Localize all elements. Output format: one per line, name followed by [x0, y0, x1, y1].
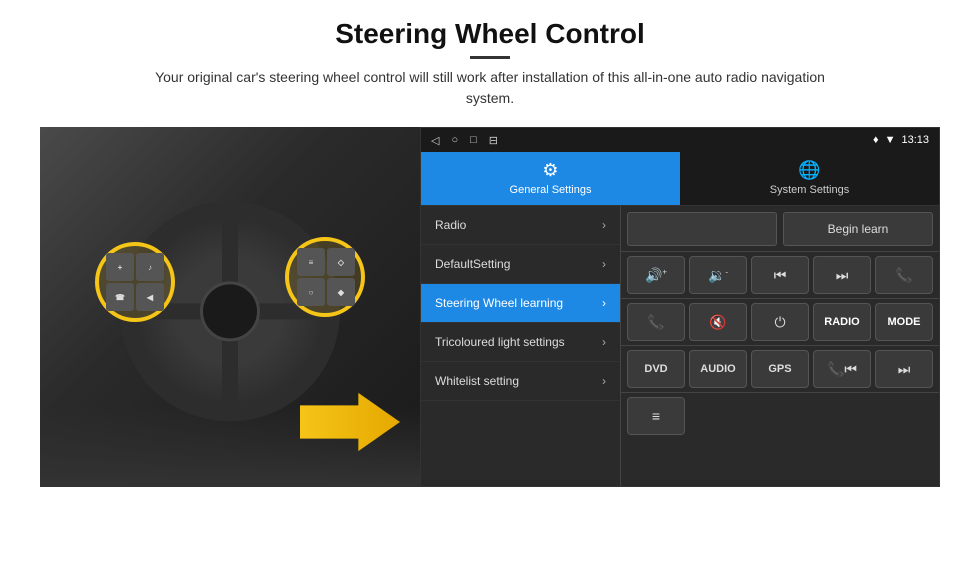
radio-mode-label: RADIO: [824, 316, 859, 328]
general-settings-icon: ⚙: [542, 160, 558, 181]
default-chevron: ›: [602, 257, 606, 271]
dvd-button[interactable]: DVD: [627, 350, 685, 388]
phone-button[interactable]: 📞: [875, 256, 933, 294]
home-icon[interactable]: ○: [451, 134, 458, 147]
menu-item-default-setting[interactable]: DefaultSetting ›: [421, 245, 620, 284]
btn-volume: +: [106, 253, 134, 281]
phone-prev-button[interactable]: 📞⏮: [813, 350, 871, 388]
page-title: Steering Wheel Control: [130, 18, 850, 50]
radio-label: Radio: [435, 218, 602, 232]
dvd-label: DVD: [644, 363, 667, 375]
time-display: 13:13: [901, 134, 929, 146]
location-icon: ♦: [873, 134, 879, 146]
arrow-container: [300, 392, 400, 457]
control-row-2: 📞 🔇 ⏻ RADIO MODE: [621, 299, 939, 346]
btn-menu: ≡: [297, 248, 325, 276]
right-buttons: ≡ ◇ ○ ◆: [289, 240, 363, 314]
menu-item-whitelist[interactable]: Whitelist setting ›: [421, 362, 620, 401]
default-label: DefaultSetting: [435, 257, 602, 271]
apps-icon[interactable]: ⊟: [489, 134, 498, 147]
menu-item-radio[interactable]: Radio ›: [421, 206, 620, 245]
title-section: Steering Wheel Control Your original car…: [130, 18, 850, 121]
power-button[interactable]: ⏻: [751, 303, 809, 341]
settings-menu: Radio › DefaultSetting › Steering Wheel …: [421, 206, 621, 486]
android-ui: ◁ ○ □ ⊟ ♦ ▼ 13:13 ⚙ General Settings: [420, 127, 940, 487]
audio-label: AUDIO: [700, 363, 735, 375]
btn-call: ☎: [106, 283, 134, 311]
mode-label: MODE: [888, 316, 921, 328]
signal-icon: ▼: [885, 134, 896, 146]
content-area: + ♪ ☎ ◀ ≡ ◇ ○ ◆: [40, 127, 940, 487]
list-icon: ≡: [652, 408, 660, 424]
btn-diamond: ◇: [327, 248, 355, 276]
combo-next-icon: ⏭: [898, 361, 911, 378]
volume-up-button[interactable]: 🔊+: [627, 256, 685, 294]
power-icon: ⏻: [774, 314, 785, 331]
control-panel: Begin learn 🔊+ 🔉- ⏮: [621, 206, 939, 486]
prev-track-button[interactable]: ⏮: [751, 256, 809, 294]
begin-learn-button[interactable]: Begin learn: [783, 212, 933, 246]
radio-chevron: ›: [602, 218, 606, 232]
steering-chevron: ›: [602, 296, 606, 310]
tricoloured-label: Tricoloured light settings: [435, 335, 602, 349]
btn-diamond2: ◆: [327, 278, 355, 306]
btn-circle: ○: [297, 278, 325, 306]
back-icon[interactable]: ◁: [431, 134, 439, 147]
mute-icon: 🔇: [709, 314, 726, 331]
empty-input-box: [627, 212, 777, 246]
tricoloured-chevron: ›: [602, 335, 606, 349]
whitelist-label: Whitelist setting: [435, 374, 602, 388]
control-row-3: DVD AUDIO GPS 📞⏮ ⏭: [621, 346, 939, 393]
menu-item-steering-wheel[interactable]: Steering Wheel learning ›: [421, 284, 620, 323]
tab-bar: ⚙ General Settings 🌐 System Settings: [421, 152, 939, 206]
list-button[interactable]: ≡: [627, 397, 685, 435]
recent-icon[interactable]: □: [470, 134, 477, 147]
volume-up-icon: 🔊+: [645, 267, 667, 284]
menu-item-tricoloured[interactable]: Tricoloured light settings ›: [421, 323, 620, 362]
direction-arrow: [300, 392, 400, 452]
tab-system-label: System Settings: [770, 184, 849, 196]
status-indicators: ♦ ▼ 13:13: [873, 134, 929, 146]
call-accept-icon: 📞: [647, 314, 664, 331]
mute-button[interactable]: 🔇: [689, 303, 747, 341]
radio-mode-button[interactable]: RADIO: [813, 303, 871, 341]
steering-label: Steering Wheel learning: [435, 296, 602, 310]
next-track-button[interactable]: ⏭: [813, 256, 871, 294]
volume-down-button[interactable]: 🔉-: [689, 256, 747, 294]
subtitle: Your original car's steering wheel contr…: [130, 67, 850, 109]
control-row-4: ≡: [621, 393, 939, 439]
sw-center: [200, 281, 260, 341]
tab-general-settings[interactable]: ⚙ General Settings: [421, 152, 680, 205]
mode-button[interactable]: MODE: [875, 303, 933, 341]
control-row-1: 🔊+ 🔉- ⏮ ⏭ 📞: [621, 252, 939, 299]
gps-label: GPS: [768, 363, 791, 375]
audio-button[interactable]: AUDIO: [689, 350, 747, 388]
prev-track-icon: ⏮: [774, 267, 787, 284]
main-content: Radio › DefaultSetting › Steering Wheel …: [421, 206, 939, 486]
tab-system-settings[interactable]: 🌐 System Settings: [680, 152, 939, 205]
title-divider: [470, 56, 510, 59]
btn-back: ◀: [136, 283, 164, 311]
status-bar: ◁ ○ □ ⊟ ♦ ▼ 13:13: [421, 128, 939, 152]
gps-button[interactable]: GPS: [751, 350, 809, 388]
left-buttons: + ♪ ☎ ◀: [98, 245, 172, 319]
btn-media: ♪: [136, 253, 164, 281]
tab-general-label: General Settings: [510, 184, 592, 196]
next-track-icon: ⏭: [836, 267, 849, 284]
system-settings-icon: 🌐: [798, 160, 820, 181]
phone-prev-icon: 📞⏮: [827, 361, 857, 378]
call-accept-button[interactable]: 📞: [627, 303, 685, 341]
phone-icon: 📞: [895, 267, 912, 284]
whitelist-chevron: ›: [602, 374, 606, 388]
begin-learn-row: Begin learn: [621, 206, 939, 252]
car-image: + ♪ ☎ ◀ ≡ ◇ ○ ◆: [40, 127, 420, 487]
volume-down-icon: 🔉-: [708, 267, 728, 284]
nav-icons: ◁ ○ □ ⊟: [431, 134, 498, 147]
combo-next-button[interactable]: ⏭: [875, 350, 933, 388]
